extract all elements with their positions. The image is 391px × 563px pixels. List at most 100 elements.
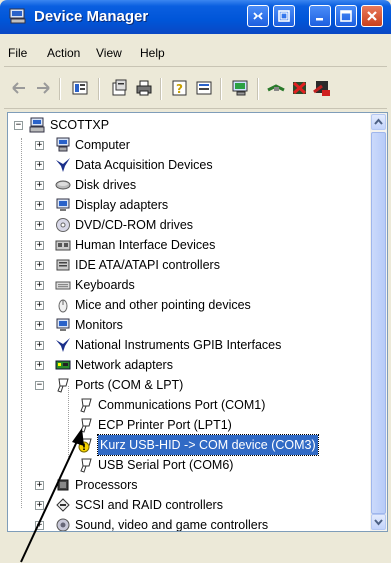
tree-category-label: Processors [75, 478, 138, 492]
print-icon[interactable] [134, 78, 154, 98]
port-warning-icon [78, 437, 94, 453]
tree-category-label: Keyboards [75, 278, 135, 292]
tree-category-label: Monitors [75, 318, 123, 332]
tree-category-label: DVD/CD-ROM drives [75, 218, 194, 232]
computer-icon [29, 117, 45, 133]
help-title-button[interactable] [247, 5, 269, 27]
expand-icon[interactable]: + [35, 301, 44, 310]
minimize-button[interactable] [309, 5, 331, 27]
scroll-thumb[interactable] [371, 132, 386, 514]
toolbar: ? [0, 72, 391, 106]
expand-icon[interactable]: + [35, 181, 44, 190]
monitor-icon [55, 317, 71, 333]
tree-device-label: USB Serial Port (COM6) [98, 458, 234, 472]
sound-icon [55, 517, 71, 531]
maximize-button[interactable] [335, 5, 357, 27]
tree-category-label: Sound, video and game controllers [75, 518, 269, 532]
tree-category-label: Human Interface Devices [75, 238, 216, 252]
processor-icon [55, 477, 71, 493]
collapse-icon[interactable]: − [14, 121, 23, 130]
expand-icon[interactable]: + [35, 221, 44, 230]
expand-icon[interactable]: + [35, 261, 44, 270]
toolbar-separator [4, 108, 387, 109]
menu-help[interactable]: Help [140, 46, 165, 60]
keyboard-icon [55, 277, 71, 293]
hid-icon [55, 237, 71, 253]
help-icon[interactable]: ? [170, 78, 190, 98]
cdrom-icon [55, 217, 71, 233]
tree-device-label: ECP Printer Port (LPT1) [98, 418, 232, 432]
tree-category-label: Display adapters [75, 198, 169, 212]
computer-icon [55, 137, 71, 153]
tree-device-selected-label: Kurz USB-HID -> COM device (COM3) [97, 434, 319, 456]
tree-category-label: Computer [75, 138, 130, 152]
ide-controller-icon [55, 257, 71, 273]
scroll-down-button[interactable] [371, 514, 386, 530]
expand-icon[interactable]: + [35, 521, 44, 530]
title-bar[interactable]: Device Manager [0, 0, 391, 34]
restore-alt-button[interactable] [273, 5, 295, 27]
back-icon[interactable] [9, 78, 29, 98]
expand-icon[interactable]: + [35, 321, 44, 330]
port-icon [78, 457, 94, 473]
disk-drive-icon [55, 177, 71, 193]
scroll-up-button[interactable] [371, 114, 386, 130]
toolbar-divider [59, 78, 61, 100]
expand-icon[interactable]: + [35, 481, 44, 490]
port-icon [78, 397, 94, 413]
toolbar-divider [98, 78, 100, 100]
tree-category-label: Network adapters [75, 358, 173, 372]
tree-category-label: IDE ATA/ATAPI controllers [75, 258, 220, 272]
menu-bar: File Action View Help [0, 41, 391, 63]
tree-root-label: SCOTTXP [50, 118, 110, 132]
expand-icon[interactable]: + [35, 281, 44, 290]
mouse-icon [55, 297, 71, 313]
expand-icon[interactable]: + [35, 161, 44, 170]
tree-device-label: Communications Port (COM1) [98, 398, 266, 412]
tree-connector [21, 138, 22, 508]
monitor-icon [55, 197, 71, 213]
toolbar-divider [220, 78, 222, 100]
device-tree-pane[interactable]: − SCOTTXP + Computer + Data Acquisition Dev… [7, 112, 388, 532]
expand-icon[interactable]: + [35, 501, 44, 510]
vertical-scrollbar[interactable] [370, 113, 387, 531]
tree-category-label: National Instruments GPIB Interfaces [75, 338, 282, 352]
port-icon [55, 377, 71, 393]
properties-icon[interactable] [110, 78, 130, 98]
port-icon [78, 417, 94, 433]
close-button[interactable] [361, 5, 383, 27]
tree-category-label: Data Acquisition Devices [75, 158, 213, 172]
expand-icon[interactable]: + [35, 341, 44, 350]
tree-category-label: SCSI and RAID controllers [75, 498, 223, 512]
menu-action[interactable]: Action [47, 46, 80, 60]
scan-hardware-icon[interactable] [231, 78, 251, 98]
collapse-icon[interactable]: − [35, 381, 44, 390]
tree-connector [68, 386, 69, 461]
menu-separator [4, 66, 387, 67]
ni-eagle-icon [55, 337, 71, 353]
view-icon[interactable] [70, 78, 90, 98]
toolbar-divider [160, 78, 162, 100]
status-bar [0, 537, 391, 563]
tree-category-label: Ports (COM & LPT) [75, 378, 184, 392]
update-driver-icon[interactable] [266, 78, 286, 98]
ni-eagle-icon [55, 157, 71, 173]
view-devices-icon[interactable] [194, 78, 214, 98]
device-manager-window: Device Manager File Action View Help ? −… [0, 0, 391, 563]
toolbar-divider [257, 78, 259, 100]
tree-category-label: Disk drives [75, 178, 137, 192]
expand-icon[interactable]: + [35, 361, 44, 370]
forward-icon[interactable] [33, 78, 53, 98]
menu-file[interactable]: File [8, 46, 27, 60]
svg-text:?: ? [176, 82, 183, 96]
tree-category-label: Mice and other pointing devices [75, 298, 251, 312]
device-manager-icon [9, 8, 27, 24]
expand-icon[interactable]: + [35, 141, 44, 150]
menu-view[interactable]: View [96, 46, 122, 60]
disable-icon[interactable] [290, 78, 310, 98]
expand-icon[interactable]: + [35, 201, 44, 210]
uninstall-icon[interactable] [312, 78, 332, 98]
expand-icon[interactable]: + [35, 241, 44, 250]
network-card-icon [55, 357, 71, 373]
scsi-icon [55, 497, 71, 513]
